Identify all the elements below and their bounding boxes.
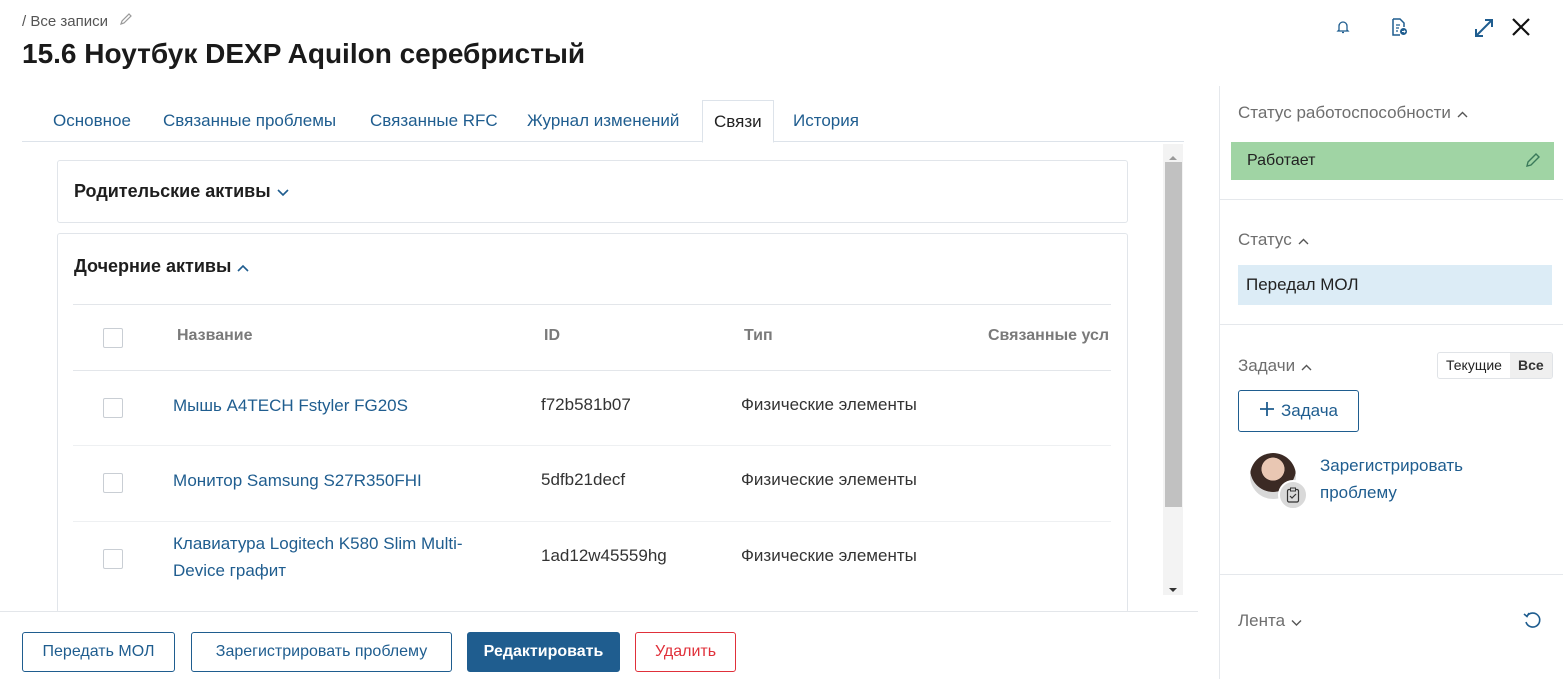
parent-assets-title: Родительские активы — [74, 181, 271, 201]
delete-button[interactable]: Удалить — [635, 632, 736, 672]
tab-links[interactable]: Связи — [702, 100, 774, 143]
refresh-icon[interactable] — [1520, 608, 1544, 632]
table-row: Клавиатура Logitech K580 Slim Multi-Devi… — [73, 522, 1111, 602]
pencil-icon[interactable] — [118, 11, 134, 31]
health-status-value: Работает — [1231, 142, 1554, 180]
transfer-mol-button[interactable]: Передать МОЛ — [22, 632, 175, 672]
scroll-down-icon[interactable] — [1168, 580, 1178, 598]
asset-type: Физические элементы — [741, 470, 917, 489]
select-all-checkbox[interactable] — [103, 328, 123, 348]
table-row: Мышь A4TECH Fstyler FG20S f72b581b07 Физ… — [73, 371, 1111, 446]
toggle-current[interactable]: Текущие — [1438, 353, 1510, 378]
health-status-title: Статус работоспособности — [1238, 103, 1451, 122]
divider — [1220, 574, 1563, 575]
row-checkbox[interactable] — [103, 473, 123, 493]
add-task-label: Задача — [1280, 401, 1339, 420]
close-icon[interactable] — [1508, 14, 1534, 40]
breadcrumb-text[interactable]: / Все записи — [22, 13, 108, 30]
scroll-up-icon[interactable] — [1168, 148, 1178, 166]
child-assets-header[interactable]: Дочерние активы — [74, 256, 249, 277]
asset-id: 1ad12w45559hg — [541, 546, 667, 565]
column-header-name[interactable]: Название — [177, 327, 253, 345]
divider — [1220, 324, 1563, 325]
status-header[interactable]: Статус — [1238, 230, 1309, 250]
divider — [1220, 199, 1563, 200]
tab-related-rfc[interactable]: Связанные RFC — [370, 100, 498, 142]
tab-related-problems[interactable]: Связанные проблемы — [163, 100, 336, 142]
expand-icon[interactable] — [1472, 16, 1496, 40]
feed-title: Лента — [1238, 611, 1286, 630]
bell-icon[interactable] — [1334, 17, 1352, 37]
plus-icon — [1259, 401, 1275, 422]
health-status-text: Работает — [1247, 152, 1316, 169]
pencil-icon[interactable] — [1524, 151, 1542, 174]
asset-type: Физические элементы — [741, 395, 917, 414]
chevron-up-icon — [1457, 103, 1468, 123]
child-assets-title: Дочерние активы — [74, 256, 232, 276]
column-header-related-services[interactable]: Связанные усл — [988, 327, 1111, 345]
status-value[interactable]: Передал МОЛ — [1238, 265, 1552, 305]
asset-id: 5dfb21decf — [541, 470, 626, 489]
chevron-up-icon — [237, 256, 249, 277]
breadcrumb: / Все записи — [22, 11, 134, 31]
table-header: Название ID Тип Связанные усл — [73, 304, 1111, 371]
asset-name-link[interactable]: Клавиатура Logitech K580 Slim Multi-Devi… — [173, 530, 493, 584]
edit-button[interactable]: Редактировать — [467, 632, 620, 672]
tab-change-log[interactable]: Журнал изменений — [527, 100, 679, 142]
status-title: Статус — [1238, 230, 1292, 249]
add-task-button[interactable]: Задача — [1238, 390, 1359, 432]
task-item-link[interactable]: Зарегистрировать проблему — [1320, 452, 1520, 506]
table-row: Монитор Samsung S27R350FHI 5dfb21decf Фи… — [73, 446, 1111, 522]
asset-type: Физические элементы — [741, 546, 917, 565]
tab-main[interactable]: Основное — [53, 100, 131, 142]
chevron-down-icon — [1291, 611, 1302, 631]
page-title: 15.6 Ноутбук DEXP Aquilon серебристый — [22, 38, 586, 69]
toggle-all[interactable]: Все — [1509, 353, 1552, 378]
chevron-up-icon — [1298, 230, 1309, 250]
feed-header[interactable]: Лента — [1238, 611, 1302, 631]
child-assets-panel: Дочерние активы Название ID Тип Связанны… — [57, 233, 1128, 613]
tab-bar: Основное Связанные проблемы Связанные RF… — [22, 100, 1184, 143]
asset-name-link[interactable]: Монитор Samsung S27R350FHI — [173, 467, 513, 494]
asset-name-link[interactable]: Мышь A4TECH Fstyler FG20S — [173, 392, 513, 419]
clipboard-check-icon — [1278, 480, 1308, 510]
column-header-id[interactable]: ID — [544, 327, 560, 345]
tasks-title: Задачи — [1238, 356, 1296, 375]
register-problem-button[interactable]: Зарегистрировать проблему — [191, 632, 452, 672]
right-sidebar: Статус работоспособности Работает Статус… — [1219, 86, 1563, 679]
scrollbar-thumb[interactable] — [1165, 162, 1182, 507]
parent-assets-panel: Родительские активы — [57, 160, 1128, 223]
row-checkbox[interactable] — [103, 398, 123, 418]
tasks-header[interactable]: Задачи — [1238, 356, 1312, 376]
row-checkbox[interactable] — [103, 549, 123, 569]
asset-id: f72b581b07 — [541, 395, 631, 414]
tasks-filter-toggle: Текущие Все — [1437, 352, 1553, 379]
tab-history[interactable]: История — [793, 100, 859, 142]
action-bar: Передать МОЛ Зарегистрировать проблему Р… — [0, 611, 1198, 679]
column-header-type[interactable]: Тип — [744, 327, 773, 345]
chevron-down-icon — [277, 181, 289, 202]
health-status-header[interactable]: Статус работоспособности — [1238, 103, 1468, 123]
document-export-icon[interactable] — [1388, 16, 1410, 38]
chevron-up-icon — [1301, 356, 1312, 376]
parent-assets-header[interactable]: Родительские активы — [74, 181, 289, 202]
